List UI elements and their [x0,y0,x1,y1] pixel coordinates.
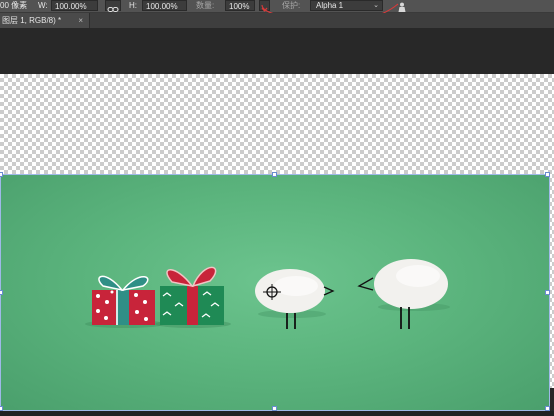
document-tab-bar: 图层 1, RGB/8) * × [0,13,554,28]
transform-handle-top-right[interactable] [545,172,550,177]
transform-handle-top[interactable] [272,172,277,177]
transform-handle-left[interactable] [0,290,3,295]
close-icon[interactable]: × [78,13,83,28]
transform-handle-top-left[interactable] [0,172,3,177]
document-tab[interactable]: 图层 1, RGB/8) * × [0,13,90,28]
transform-handle-right[interactable] [545,290,550,295]
document-tab-title: 图层 1, RGB/8) * [2,16,62,25]
placed-photo-layer[interactable] [0,172,550,411]
workspace-bottom-edge [0,411,554,416]
transform-bounding-box [0,174,550,411]
